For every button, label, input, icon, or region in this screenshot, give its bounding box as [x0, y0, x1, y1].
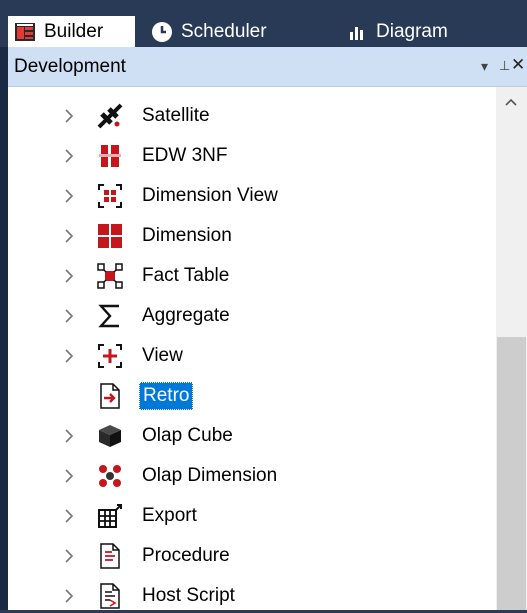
tree-item-host-script[interactable]: Host Script — [8, 579, 488, 613]
scrollbar-thumb[interactable] — [497, 337, 526, 610]
tree-item-label: Fact Table — [142, 265, 230, 286]
tree-item-dimension[interactable]: Dimension — [8, 219, 488, 253]
tab-builder[interactable]: Builder — [8, 16, 135, 47]
tree-item-label: EDW 3NF — [142, 145, 228, 166]
tab-scheduler-label: Scheduler — [181, 20, 267, 42]
tree-item-export[interactable]: Export — [8, 499, 488, 533]
olap-dimension-icon — [96, 462, 124, 490]
edw-3nf-icon — [96, 142, 124, 170]
tree-item-label: Dimension View — [142, 185, 278, 206]
builder-icon — [13, 20, 37, 44]
tree-item-label: Satellite — [142, 105, 210, 126]
retro-icon — [96, 382, 124, 410]
tree-item-satellite[interactable]: Satellite — [8, 99, 488, 133]
app-window: Builder Scheduler Diagram Development ▾ … — [0, 0, 527, 610]
olap-cube-icon — [96, 422, 124, 450]
dimension-icon — [96, 222, 124, 250]
procedure-icon — [96, 542, 124, 570]
close-icon[interactable]: ✕ — [511, 55, 525, 75]
tree-item-label: Host Script — [142, 585, 235, 606]
chevron-right-icon[interactable] — [62, 146, 76, 166]
chevron-right-icon[interactable] — [62, 226, 76, 246]
tree-item-label: Retro — [139, 382, 194, 410]
tab-diagram[interactable]: Diagram — [345, 16, 485, 47]
tab-scheduler[interactable]: Scheduler — [150, 16, 310, 47]
tree-item-view[interactable]: View — [8, 339, 488, 373]
tree-item-dimension-view[interactable]: Dimension View — [8, 179, 488, 213]
tree-item-fact-table[interactable]: Fact Table — [8, 259, 488, 293]
chevron-right-icon[interactable] — [62, 346, 76, 366]
chevron-right-icon[interactable] — [62, 466, 76, 486]
tree-item-label: Olap Dimension — [142, 465, 278, 486]
dimension-view-icon — [96, 182, 124, 210]
chevron-right-icon[interactable] — [62, 546, 76, 566]
chevron-right-icon[interactable] — [62, 506, 76, 526]
tree-item-olap-cube[interactable]: Olap Cube — [8, 419, 488, 453]
tree-item-aggregate[interactable]: Aggregate — [8, 299, 488, 333]
chevron-right-icon[interactable] — [62, 426, 76, 446]
sigma-icon — [96, 302, 124, 330]
panel-header: Development ▾ ⊥ ✕ — [8, 47, 527, 87]
panel-title: Development — [14, 56, 126, 77]
scroll-up-arrow-icon[interactable] — [504, 97, 518, 107]
tree-item-label: View — [142, 345, 183, 366]
tree-item-retro[interactable]: Retro — [8, 379, 488, 413]
dropdown-icon[interactable]: ▾ — [481, 58, 488, 75]
chevron-right-icon[interactable] — [62, 186, 76, 206]
fact-table-icon — [96, 262, 124, 290]
export-icon — [96, 502, 124, 530]
tab-builder-label: Builder — [44, 20, 104, 42]
vertical-scrollbar[interactable] — [496, 87, 527, 610]
satellite-icon — [96, 102, 124, 130]
tree-item-label: Olap Cube — [142, 425, 233, 446]
tab-diagram-label: Diagram — [376, 20, 448, 42]
tab-strip: Builder Scheduler Diagram — [0, 0, 527, 48]
chevron-right-icon[interactable] — [62, 306, 76, 326]
chevron-right-icon[interactable] — [62, 266, 76, 286]
tree-item-label: Aggregate — [142, 305, 230, 326]
pin-icon[interactable]: ⊥ — [499, 58, 510, 74]
tree-item-olap-dimension[interactable]: Olap Dimension — [8, 459, 488, 493]
bar-chart-icon — [345, 20, 369, 44]
tree-item-label: Export — [142, 505, 197, 526]
tree-item-procedure[interactable]: Procedure — [8, 539, 488, 573]
host-script-icon — [96, 582, 124, 610]
tree-item-edw-3nf[interactable]: EDW 3NF — [8, 139, 488, 173]
tree-item-label: Procedure — [142, 545, 230, 566]
clock-icon — [150, 20, 174, 44]
chevron-right-icon[interactable] — [62, 106, 76, 126]
chevron-right-icon[interactable] — [62, 586, 76, 606]
view-icon — [96, 342, 124, 370]
tree-item-label: Dimension — [142, 225, 232, 246]
